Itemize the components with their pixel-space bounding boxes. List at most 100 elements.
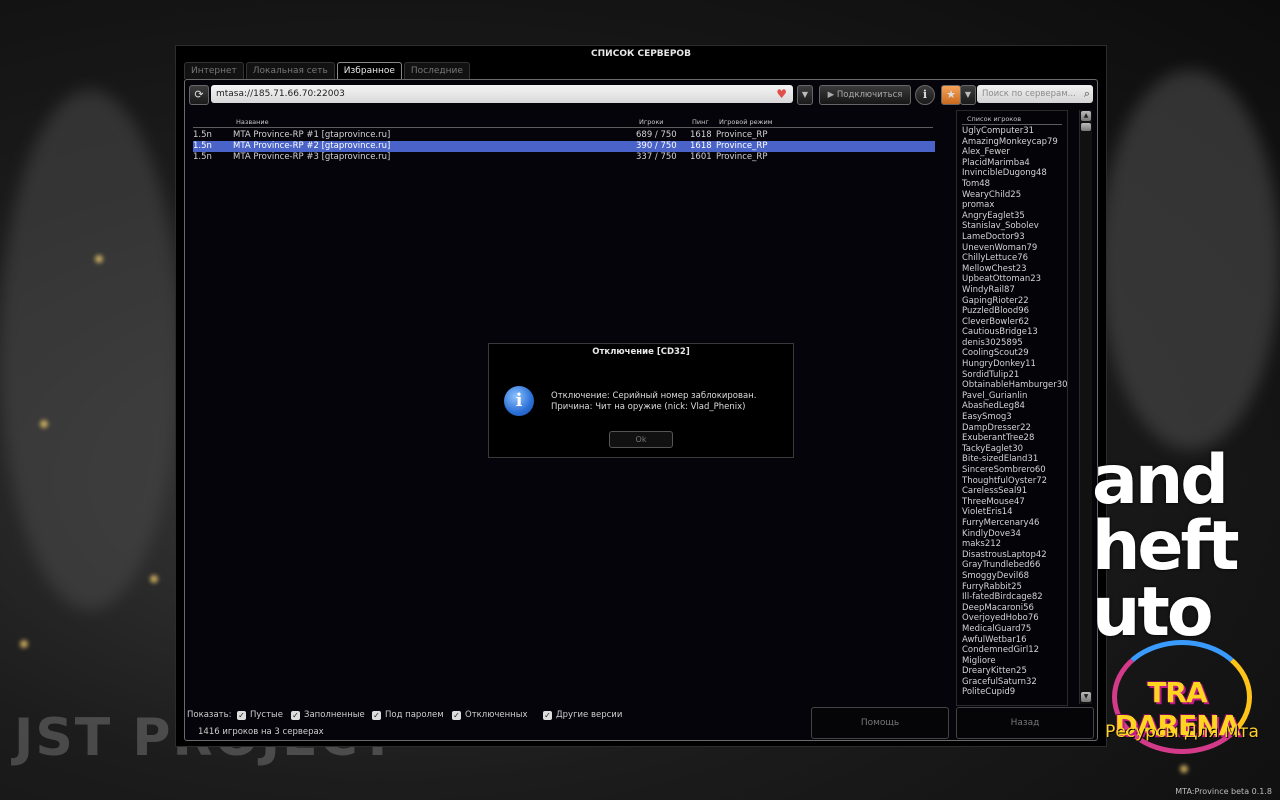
player-item[interactable]: KindlyDove34 [962,529,1066,540]
player-item[interactable]: WindyRail87 [962,285,1066,296]
player-item[interactable]: AmazingMonkeycap79 [962,137,1066,148]
player-item[interactable]: CleverBowler62 [962,317,1066,328]
filter-password[interactable]: ✓ Под паролем [372,710,444,720]
player-item[interactable]: Stanislav_Sobolev [962,221,1066,232]
checkbox[interactable]: ✓ [452,711,461,720]
player-item[interactable]: DrearyKitten25 [962,666,1066,677]
filter-full[interactable]: ✓ Заполненные [291,710,365,720]
ok-button[interactable]: Ok [609,431,673,448]
player-item[interactable]: SincereSombrero60 [962,465,1066,476]
player-item[interactable]: DeepMacaroni56 [962,603,1066,614]
player-item[interactable]: denis3025895 [962,338,1066,349]
player-list-scrollbar[interactable]: ▲ ▼ [1079,110,1092,704]
player-list-panel[interactable]: Список игроков UglyComputer31 AmazingMonk… [956,110,1068,706]
server-version: 1.5n [193,130,212,140]
tab-recent[interactable]: Последние [403,62,470,79]
player-item[interactable]: InvincibleDugong48 [962,168,1066,179]
player-item[interactable]: ObtainableHamburger30 [962,380,1067,391]
checkbox[interactable]: ✓ [543,711,552,720]
server-info-icon[interactable]: i [915,85,935,105]
player-item[interactable]: AngryEaglet35 [962,211,1066,222]
player-item[interactable]: Pavel_Gurianlin [962,391,1066,402]
search-icon[interactable]: ⌕ [1084,85,1090,103]
scroll-thumb[interactable] [1081,123,1091,131]
player-item[interactable]: CoolingScout29 [962,348,1066,359]
player-item[interactable]: UpbeatOttoman23 [962,274,1066,285]
filter-empty[interactable]: ✓ Пустые [237,710,283,720]
player-item[interactable]: AwfulWetbar16 [962,635,1066,646]
server-row-selected[interactable]: 1.5n MTA Province-RP #2 [gtaprovince.ru]… [193,141,935,152]
checkbox[interactable]: ✓ [372,711,381,720]
filter-dropdown[interactable]: ▼ [960,85,976,105]
server-row[interactable]: 1.5n MTA Province-RP #3 [gtaprovince.ru]… [193,152,935,163]
player-item[interactable]: Ill-fatedBirdcage82 [962,592,1066,603]
player-item[interactable]: GapingRioter22 [962,296,1066,307]
player-item[interactable]: MedicalGuard75 [962,624,1066,635]
player-item[interactable]: DisastrousLaptop42 [962,550,1066,561]
address-value: mtasa://185.71.66.70:22003 [216,89,345,99]
player-item[interactable]: GrayTrundlebed66 [962,560,1066,571]
player-item[interactable]: PoliteCupid9 [962,687,1066,698]
back-button[interactable]: Назад [956,707,1094,739]
column-ping-header[interactable]: Пинг [692,118,709,126]
player-item[interactable]: SmoggyDevil68 [962,571,1066,582]
server-players: 337 / 750 [636,152,677,162]
tab-internet[interactable]: Интернет [184,62,244,79]
player-item[interactable]: WearyChild25 [962,190,1066,201]
search-input[interactable]: Поиск по серверам... ⌕ [977,85,1093,103]
filter-label: Показать: [187,710,232,720]
favorite-heart-icon[interactable]: ♥ [776,85,787,103]
player-item[interactable]: VioletEris14 [962,507,1066,518]
player-item[interactable]: promax [962,200,1066,211]
player-item[interactable]: FurryMercenary46 [962,518,1066,529]
filter-other-versions[interactable]: ✓ Другие версии [543,710,622,720]
address-field[interactable]: mtasa://185.71.66.70:22003 ♥ [211,85,793,103]
player-item[interactable]: ThreeMouse47 [962,497,1066,508]
tab-favorites[interactable]: Избранное [336,62,402,79]
player-item[interactable]: EasySmog3 [962,412,1066,423]
scroll-up-arrow[interactable]: ▲ [1081,111,1091,121]
filter-locked[interactable]: ✓ Отключенных [452,710,527,720]
player-item[interactable]: HungryDonkey11 [962,359,1066,370]
player-item[interactable]: CarelessSeal91 [962,486,1066,497]
player-item[interactable]: MellowChest23 [962,264,1066,275]
toolbar: ⟳ mtasa://185.71.66.70:22003 ♥ ▼ ▶ Подкл… [189,85,1093,105]
player-item[interactable]: maks212 [962,539,1066,550]
column-gamemode-header[interactable]: Игровой режим [719,118,773,126]
server-row[interactable]: 1.5n MTA Province-RP #1 [gtaprovince.ru]… [193,130,935,141]
player-item[interactable]: OverjoyedHobo76 [962,613,1066,624]
column-name-header[interactable]: Название [236,118,269,126]
player-item[interactable]: Migliore [962,656,1066,667]
player-item[interactable]: LameDoctor93 [962,232,1066,243]
add-favorite-icon[interactable]: ★ [941,85,961,105]
player-item[interactable]: CondemnedGirl12 [962,645,1066,656]
player-item[interactable]: UnevenWoman79 [962,243,1066,254]
player-item[interactable]: PlacidMarimba4 [962,158,1066,169]
player-item[interactable]: PuzzledBlood96 [962,306,1066,317]
player-item[interactable]: Alex_Fewer [962,147,1066,158]
checkbox[interactable]: ✓ [237,711,246,720]
player-item[interactable]: ThoughtfulOyster72 [962,476,1066,487]
player-item[interactable]: CautiousBridge13 [962,327,1066,338]
player-item[interactable]: Tom48 [962,179,1066,190]
player-item[interactable]: TackyEaglet30 [962,444,1066,455]
player-item[interactable]: UglyComputer31 [962,126,1066,137]
player-list-divider [962,124,1062,125]
server-name: MTA Province-RP #2 [gtaprovince.ru] [233,141,391,151]
player-item[interactable]: AbashedLeg84 [962,401,1066,412]
player-item[interactable]: DampDresser22 [962,423,1066,434]
column-players-header[interactable]: Игроки [639,118,664,126]
checkbox[interactable]: ✓ [291,711,300,720]
play-icon: ▶ [827,90,835,100]
player-item[interactable]: Bite-sizedEland31 [962,454,1066,465]
player-item[interactable]: ChillyLettuce76 [962,253,1066,264]
player-item[interactable]: GracefulSaturn32 [962,677,1066,688]
connect-button[interactable]: ▶ Подключиться [819,85,911,105]
refresh-icon[interactable]: ⟳ [189,85,209,105]
tab-local-network[interactable]: Локальная сеть [245,62,335,79]
player-item[interactable]: SordidTulip21 [962,370,1066,381]
player-item[interactable]: FurryRabbit25 [962,582,1066,593]
help-button[interactable]: Помощь [811,707,949,739]
address-history-dropdown[interactable]: ▼ [797,85,813,105]
player-item[interactable]: ExuberantTree28 [962,433,1066,444]
